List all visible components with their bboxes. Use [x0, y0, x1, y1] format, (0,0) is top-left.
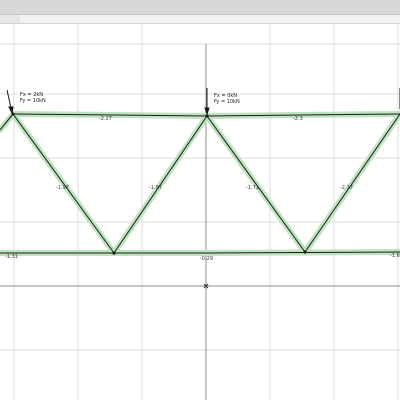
force-label-diag-3: -1.71	[246, 185, 259, 191]
force-label-diag-4: -2.17	[340, 185, 353, 191]
truss-drawing[interactable]: Fx = 2kN Fy = 10kN Fx = 0kN Fy = 10kN -2…	[0, 24, 400, 400]
toolbar-strip	[0, 15, 400, 24]
window-title-bar	[0, 0, 400, 15]
node[interactable]	[112, 251, 116, 255]
force-label-bottom-mid: -0.29	[200, 256, 213, 262]
member-diagonal-4[interactable]	[304, 113, 400, 253]
node[interactable]	[303, 250, 307, 254]
load-arrows	[6, 88, 400, 116]
member-diagonal-1[interactable]	[12, 113, 115, 254]
force-label-diag-1: -1.97	[56, 185, 69, 191]
member-edge-left[interactable]	[0, 113, 14, 131]
toolbar-edge	[0, 15, 20, 23]
force-labels: -2.27 -2.3 -1.97 -1.97 -1.71 -2.17 -1.31…	[5, 116, 400, 262]
member-highlights	[0, 111, 400, 256]
grid	[0, 24, 400, 400]
force-label-diag-2: -1.97	[149, 185, 162, 191]
load-middle-fy: Fy = 10kN	[214, 99, 240, 105]
load-left-fy: Fy = 10kN	[20, 98, 46, 104]
force-label-top-left: -2.27	[99, 116, 112, 122]
force-label-top-right: -2.3	[293, 116, 303, 122]
load-arrowhead-left	[8, 106, 14, 115]
member-diagonal-3[interactable]	[206, 115, 306, 253]
force-label-bottom-left: -1.31	[5, 254, 18, 260]
force-label-bottom-right: -1.6	[390, 253, 400, 259]
load-arrow-left[interactable]	[6, 89, 12, 109]
truss-canvas[interactable]: Fx = 2kN Fy = 10kN Fx = 0kN Fy = 10kN -2…	[0, 24, 400, 400]
